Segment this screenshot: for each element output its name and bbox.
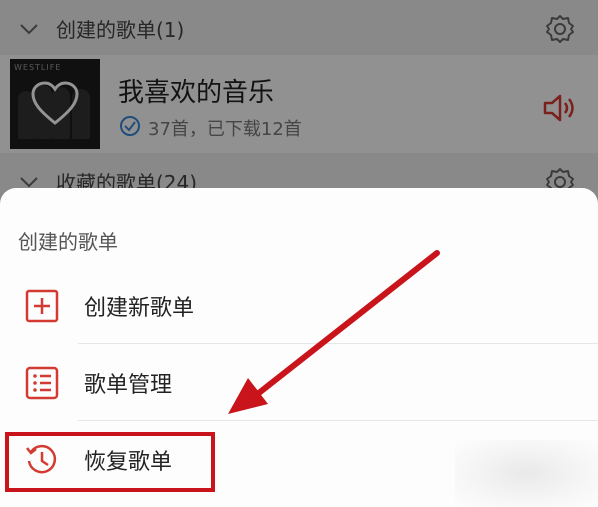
divider: [78, 420, 598, 421]
divider: [78, 343, 598, 344]
menu-item-manage-playlists[interactable]: 歌单管理: [0, 345, 598, 421]
menu-item-label: 歌单管理: [84, 373, 173, 398]
menu-item-label: 创建新歌单: [84, 296, 195, 321]
blurred-corner: [455, 440, 598, 507]
add-square-icon: [25, 289, 59, 323]
sheet-title: 创建的歌单: [18, 230, 118, 254]
highlight-box: [5, 432, 215, 492]
list-icon: [25, 366, 59, 400]
menu-item-create-playlist[interactable]: 创建新歌单: [0, 268, 598, 344]
